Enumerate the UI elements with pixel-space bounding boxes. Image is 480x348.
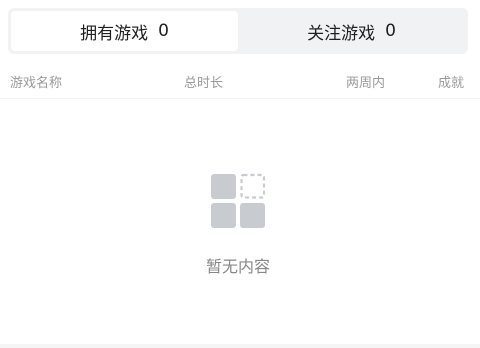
header-divider (0, 98, 480, 99)
empty-grid-icon (211, 173, 266, 228)
column-header-total-time[interactable]: 总时长 (184, 72, 223, 91)
table-header: 游戏名称 总时长 两周内 成就 (0, 66, 480, 98)
tab-owned-games-label: 拥有游戏 (80, 23, 149, 44)
bottom-divider (0, 344, 480, 348)
game-tab-bar: 拥有游戏 0 关注游戏 0 (8, 8, 468, 54)
tab-owned-games-count: 0 (158, 21, 169, 41)
tab-followed-games-count: 0 (385, 21, 396, 41)
column-header-achievements[interactable]: 成就 (438, 72, 464, 91)
tab-owned-games[interactable]: 拥有游戏 0 (11, 11, 238, 51)
column-header-game-name[interactable]: 游戏名称 (10, 72, 62, 91)
tab-followed-games-label: 关注游戏 (307, 23, 376, 44)
empty-state-text: 暂无内容 (205, 257, 270, 276)
tab-followed-games[interactable]: 关注游戏 0 (238, 11, 465, 51)
column-header-two-weeks[interactable]: 两周内 (346, 72, 385, 91)
